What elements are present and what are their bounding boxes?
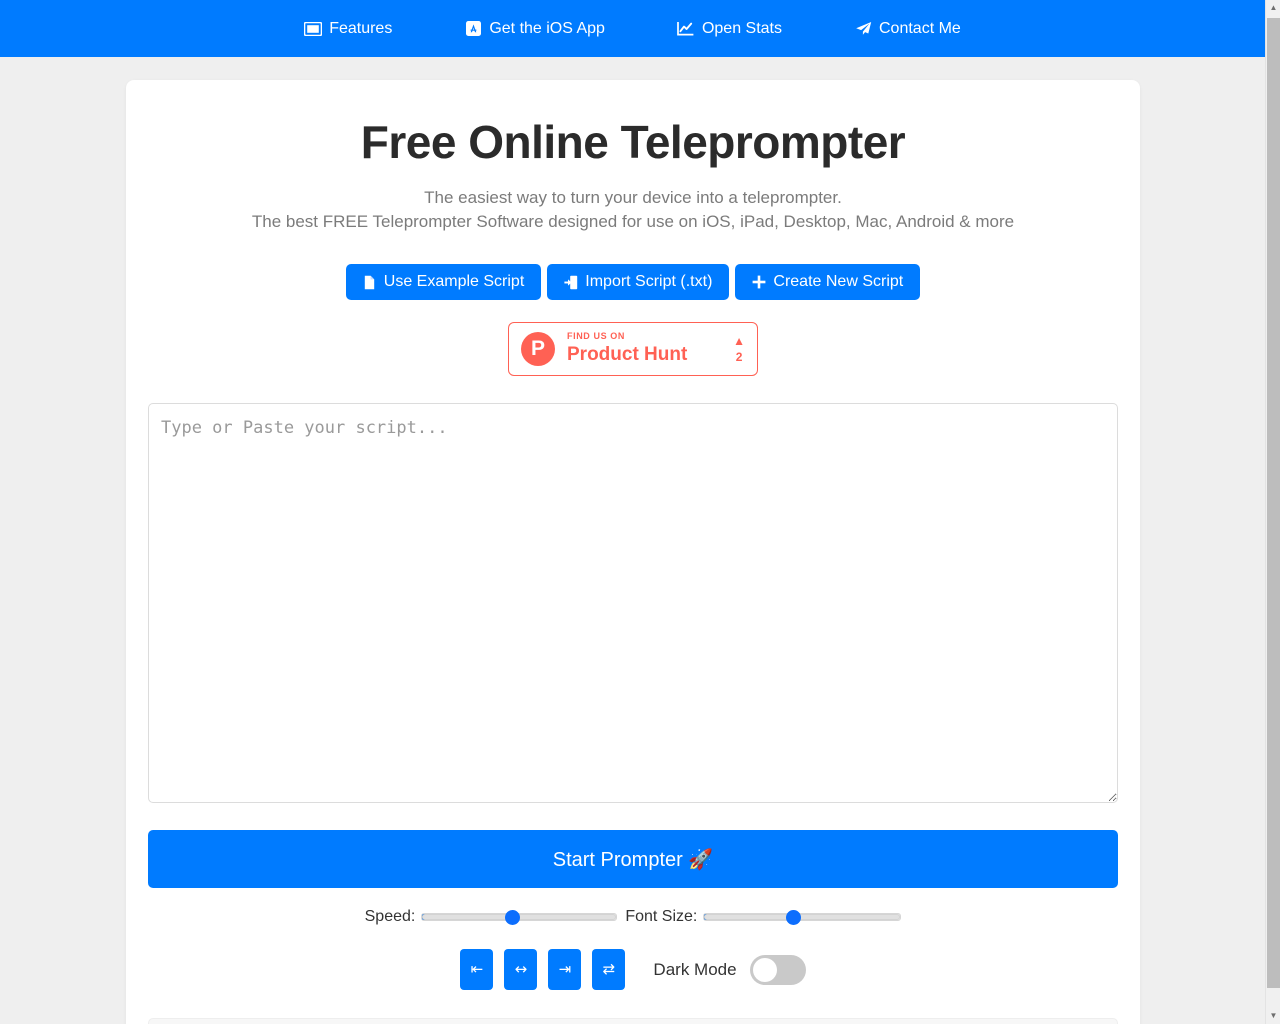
subtitle-line-2: The best FREE Teleprompter Software desi… [251,211,1015,231]
nav-label: Open Stats [701,19,782,37]
mirror-flip-button[interactable]: ⇄ [592,949,626,991]
scroll-down-arrow-icon[interactable]: ▼ [1266,1008,1280,1024]
product-hunt-name: Product Hunt [567,344,688,366]
dark-mode-toggle[interactable] [749,954,806,985]
development-notice: This site is under development, please e… [148,1018,1118,1024]
page-title: Free Online Teleprompter [360,116,906,168]
file-icon [363,274,377,290]
start-prompter-button[interactable]: Start Prompter 🚀 [148,830,1118,889]
plus-icon [752,274,766,290]
product-hunt-find-us-on: FIND US ON [567,331,626,342]
scroll-up-arrow-icon[interactable]: ▲ [1266,0,1280,16]
nav-item-open-stats[interactable]: Open Stats [641,20,818,38]
product-hunt-wrapper: P FIND US ON Product Hunt ▲ 2 [148,322,1118,377]
align-right-button[interactable]: ⇥ [548,949,582,991]
create-new-script-button[interactable]: Create New Script [735,264,921,301]
font-size-label: Font Size: [625,908,698,926]
tv-icon [304,21,323,37]
speed-slider[interactable] [421,913,618,922]
main-card: Free Online Teleprompter The easiest way… [126,80,1140,1024]
button-label: Use Example Script [383,273,525,291]
align-left-button[interactable]: ⇤ [460,949,494,991]
product-hunt-logo-icon: P [521,332,555,367]
subtitle-line-1: The easiest way to turn your device into… [424,187,842,207]
file-import-icon [564,274,578,290]
chart-line-icon [677,21,695,37]
script-action-buttons: Use Example Script Import Script (.txt) [148,264,1118,301]
product-hunt-upvotes: ▲ 2 [733,335,745,363]
nav-label: Get the iOS App [489,19,605,37]
button-label: Import Script (.txt) [585,273,713,291]
font-size-slider[interactable] [703,913,902,922]
nav-item-features[interactable]: Features [268,20,428,38]
button-label: Create New Script [773,273,904,291]
toggle-knob [752,957,777,982]
import-script-button[interactable]: Import Script (.txt) [547,264,730,301]
slider-controls: Speed: Font Size: [148,908,1118,926]
vertical-scrollbar[interactable]: ▲ ▼ [1265,0,1280,1024]
script-input[interactable] [148,403,1118,804]
use-example-script-button[interactable]: Use Example Script [345,264,542,301]
product-hunt-text: FIND US ON Product Hunt [567,332,733,366]
nav-label: Features [329,19,393,37]
nav-item-ios-app[interactable]: Get the iOS App [428,20,641,38]
top-navigation-bar: Features Get the iOS App Open Stats Cont… [0,0,1265,57]
speed-label: Speed: [364,908,416,926]
page-viewport: Features Get the iOS App Open Stats Cont… [0,0,1265,1024]
align-center-button[interactable]: ↔ [504,949,538,991]
dark-mode-label: Dark Mode [653,959,737,979]
nav-item-contact-me[interactable]: Contact Me [818,20,997,38]
upvote-count: 2 [735,350,743,365]
nav-label: Contact Me [879,19,961,37]
direction-and-theme-controls: ⇤ ↔ ⇥ ⇄ Dark Mode [148,949,1118,991]
upvote-triangle-icon: ▲ [733,334,745,349]
product-hunt-badge[interactable]: P FIND US ON Product Hunt ▲ 2 [508,322,758,377]
scrollbar-thumb[interactable] [1267,18,1280,988]
app-store-icon [464,21,482,37]
paper-plane-icon [854,21,872,37]
